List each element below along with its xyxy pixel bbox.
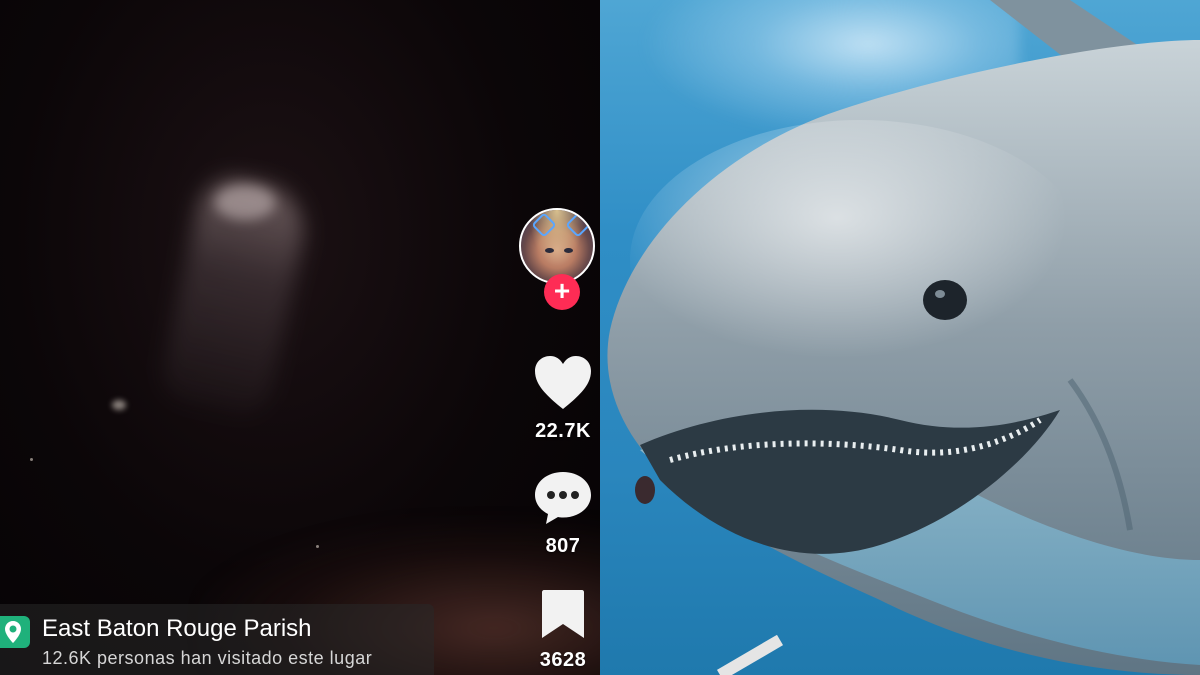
save-count: 3628 <box>539 649 587 671</box>
light-speck <box>316 545 319 548</box>
light-speck <box>30 458 33 461</box>
creator-avatar-button[interactable]: + <box>519 208 599 310</box>
light-speck <box>112 400 126 410</box>
shark-image <box>607 0 1200 675</box>
like-button[interactable]: 22.7K <box>528 355 598 443</box>
blurry-figure-highlight <box>215 185 275 220</box>
location-name[interactable]: East Baton Rouge Parish <box>42 615 312 643</box>
bookmark-icon <box>542 590 584 638</box>
video-frame[interactable]: + 22.7K 807 3628 East Baton Rouge Parish… <box>0 0 600 675</box>
heart-icon <box>535 356 591 409</box>
follow-button[interactable]: + <box>544 274 580 310</box>
location-tag[interactable]: East Baton Rouge Parish 12.6K personas h… <box>0 604 434 675</box>
like-count: 22.7K <box>535 420 591 442</box>
avatar-eye <box>564 248 573 253</box>
save-button[interactable]: 3628 <box>528 588 598 672</box>
comment-count: 807 <box>545 535 581 557</box>
comment-button[interactable]: 807 <box>528 470 598 558</box>
location-visits: 12.6K personas han visitado este lugar <box>42 648 373 668</box>
avatar[interactable] <box>519 208 595 284</box>
chat-bubble-icon <box>535 472 591 524</box>
shark-photo <box>600 0 1200 675</box>
avatar-eye <box>545 248 554 253</box>
location-pin-icon <box>0 616 30 648</box>
